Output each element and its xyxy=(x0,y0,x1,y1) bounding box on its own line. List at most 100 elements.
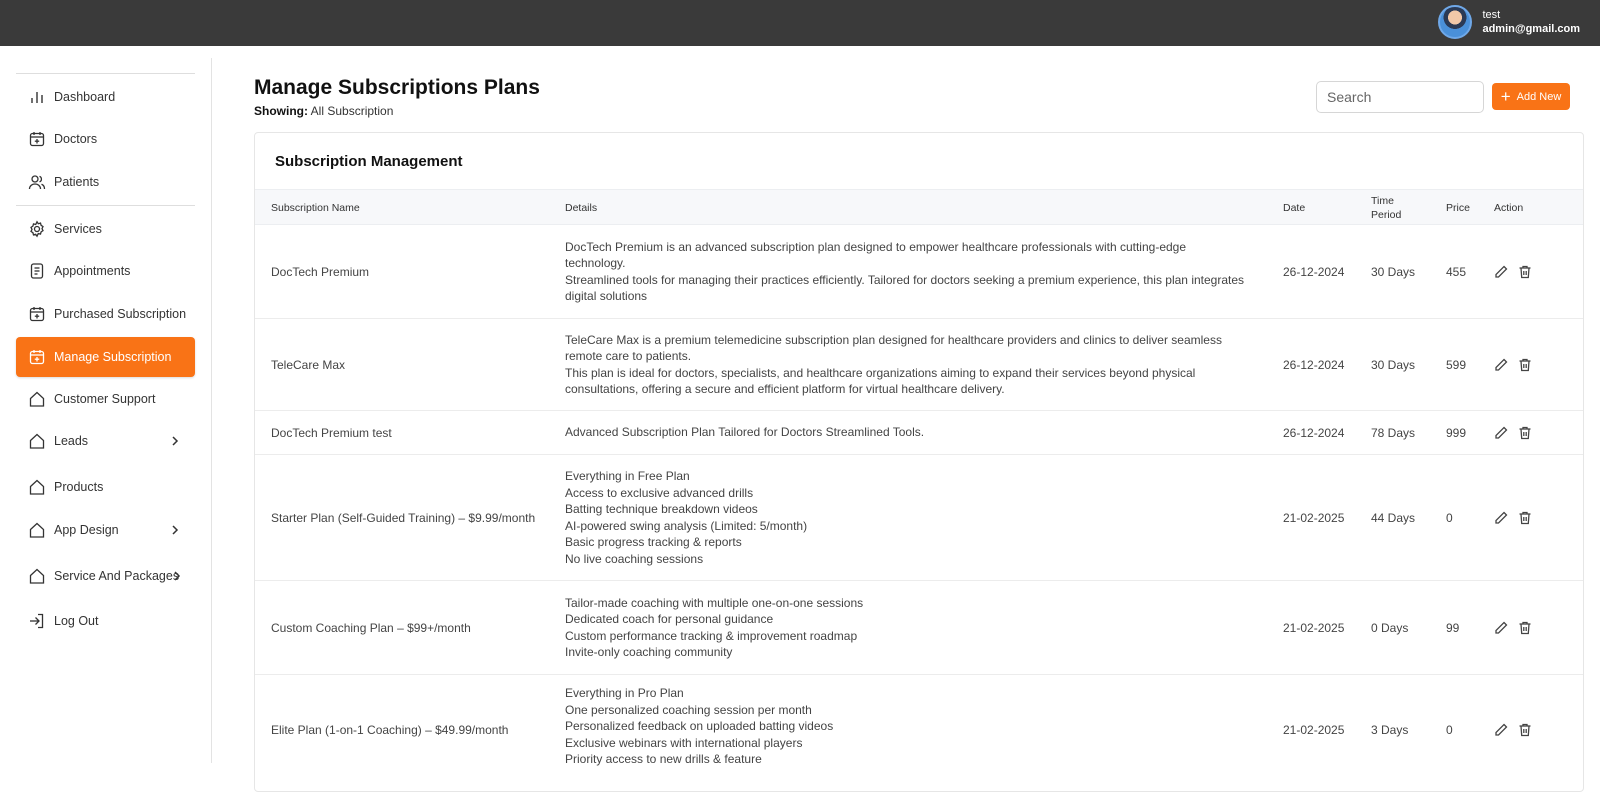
details-line: Tailor-made coaching with multiple one-o… xyxy=(565,595,864,610)
trash-icon[interactable] xyxy=(1517,620,1533,636)
edit-icon[interactable] xyxy=(1493,620,1509,636)
details-line: No live coaching sessions xyxy=(565,551,704,566)
subscription-price: 455 xyxy=(1446,264,1467,279)
sidebar-item-service-and-packages[interactable]: Service And Packages xyxy=(16,556,195,596)
subscription-date: 21-02-2025 xyxy=(1283,620,1345,635)
sidebar-item-purchased-subscription[interactable]: Purchased Subscription xyxy=(16,294,195,334)
table-row: TeleCare Max TeleCare Max is a premium t… xyxy=(255,319,1583,411)
sidebar-item-label: Dashboard xyxy=(54,90,116,104)
user-info: test admin@gmail.com xyxy=(1482,8,1580,36)
sidebar-item-label: Patients xyxy=(54,175,100,189)
subscription-name: Starter Plan (Self-Guided Training) – $9… xyxy=(271,510,536,525)
trash-icon[interactable] xyxy=(1517,425,1533,441)
user-email: admin@gmail.com xyxy=(1482,23,1580,35)
edit-icon[interactable] xyxy=(1493,510,1509,526)
avatar[interactable] xyxy=(1438,5,1473,39)
sidebar-item-label: Log Out xyxy=(54,614,99,628)
details-line: Everything in Pro Plan xyxy=(565,686,684,700)
showing-value: All Subscription xyxy=(310,104,394,118)
details-line: Priority access to new drills & feature xyxy=(565,752,762,766)
sidebar-item-patients[interactable]: Patients xyxy=(16,162,195,202)
trash-icon[interactable] xyxy=(1517,357,1533,373)
sidebar-item-appointments[interactable]: Appointments xyxy=(16,251,195,291)
sidebar-item-label: Leads xyxy=(54,434,89,448)
details-line: Dedicated coach for personal guidance xyxy=(565,612,774,626)
search-input[interactable] xyxy=(1316,81,1484,113)
sidebar-item-doctors[interactable]: Doctors xyxy=(16,119,195,159)
table-row: Elite Plan (1-on-1 Coaching) – $49.99/mo… xyxy=(255,675,1583,791)
details-line: One personalized coaching session per mo… xyxy=(565,702,812,717)
edit-icon[interactable] xyxy=(1493,264,1509,280)
details-line: Everything in Free Plan xyxy=(565,469,690,483)
subscription-period: 0 Days xyxy=(1371,620,1409,635)
sidebar-item-label: Doctors xyxy=(54,132,98,146)
row-actions xyxy=(1493,675,1533,785)
trash-icon[interactable] xyxy=(1517,510,1533,526)
column-header: Price xyxy=(1446,202,1470,214)
sidebar-item-app-design[interactable]: App Design xyxy=(16,510,195,550)
sidebar-item-services[interactable]: Services xyxy=(16,209,195,249)
subscription-period: 30 Days xyxy=(1371,357,1416,372)
calendar-plus-icon xyxy=(29,350,45,365)
sidebar: Dashboard Doctors Patients Services Appo… xyxy=(0,46,212,777)
sidebar-item-log-out[interactable]: Log Out xyxy=(16,601,195,641)
add-new-button[interactable]: + Add New xyxy=(1492,83,1570,110)
chevron-right-icon[interactable] xyxy=(171,570,183,582)
subscription-period: 78 Days xyxy=(1371,425,1416,440)
subscription-price: 599 xyxy=(1446,357,1467,372)
subscription-price: 0 xyxy=(1446,723,1453,737)
table-header: Subscription Name Details Date Time Peri… xyxy=(255,189,1583,225)
subscription-name: Custom Coaching Plan – $99+/month xyxy=(271,620,471,635)
sidebar-item-leads[interactable]: Leads xyxy=(16,421,195,461)
home-icon xyxy=(29,479,45,495)
edit-icon[interactable] xyxy=(1493,425,1509,441)
subscription-name: DocTech Premium test xyxy=(271,425,392,440)
sidebar-item-customer-support[interactable]: Customer Support xyxy=(16,379,195,419)
edit-icon[interactable] xyxy=(1493,722,1509,738)
column-header: Details xyxy=(565,202,598,214)
column-header: Time Period xyxy=(1371,195,1402,221)
subscription-period: 44 Days xyxy=(1371,510,1416,525)
column-header: Action xyxy=(1494,202,1524,214)
row-actions xyxy=(1493,411,1533,454)
subscription-details: Advanced Subscription Plan Tailored for … xyxy=(565,411,1245,454)
subscription-date: 26-12-2024 xyxy=(1283,357,1345,372)
subscription-details: DocTech Premium is an advanced subscript… xyxy=(565,225,1245,318)
details-line: Streamlined tools for managing their pra… xyxy=(565,272,1245,304)
subscription-date: 26-12-2024 xyxy=(1283,425,1345,440)
card-title: Subscription Management xyxy=(275,153,463,170)
row-actions xyxy=(1493,319,1533,410)
table-row: DocTech Premium test Advanced Subscripti… xyxy=(255,411,1583,455)
edit-icon[interactable] xyxy=(1493,357,1509,373)
subscription-details: Everything in Pro Plan One personalized … xyxy=(565,685,1245,768)
row-actions xyxy=(1493,225,1533,318)
subscription-name: Elite Plan (1-on-1 Coaching) – $49.99/mo… xyxy=(271,723,509,737)
details-line: Invite-only coaching community xyxy=(565,645,733,659)
row-actions xyxy=(1493,581,1533,674)
subscription-price: 99 xyxy=(1446,620,1460,635)
home-icon xyxy=(29,433,45,449)
details-line: DocTech Premium is an advanced subscript… xyxy=(565,239,1187,271)
sidebar-item-dashboard[interactable]: Dashboard xyxy=(16,77,195,117)
sidebar-item-products[interactable]: Products xyxy=(16,467,195,507)
chevron-right-icon[interactable] xyxy=(169,435,181,447)
column-header: Subscription Name xyxy=(271,202,360,214)
trash-icon[interactable] xyxy=(1517,264,1533,280)
row-actions xyxy=(1493,455,1533,580)
details-line: Basic progress tracking & reports xyxy=(565,535,742,549)
sidebar-item-manage-subscription[interactable]: Manage Subscription xyxy=(16,337,195,377)
document-icon xyxy=(30,263,44,279)
sidebar-divider xyxy=(16,73,195,74)
bar-chart-icon xyxy=(31,92,43,103)
user-profile[interactable]: test admin@gmail.com xyxy=(1438,5,1580,39)
sidebar-divider xyxy=(16,205,195,206)
details-line: TeleCare Max is a premium telemedicine s… xyxy=(565,332,1222,364)
subscription-details: Everything in Free Plan Access to exclus… xyxy=(565,455,1245,580)
sidebar-item-label: Customer Support xyxy=(54,392,156,406)
home-icon xyxy=(29,568,45,584)
chevron-right-icon[interactable] xyxy=(169,524,181,536)
trash-icon[interactable] xyxy=(1517,722,1533,738)
page-title: Manage Subscriptions Plans xyxy=(254,76,540,99)
details-line: Advanced Subscription Plan Tailored for … xyxy=(565,425,925,440)
sidebar-item-label: Appointments xyxy=(54,264,131,278)
